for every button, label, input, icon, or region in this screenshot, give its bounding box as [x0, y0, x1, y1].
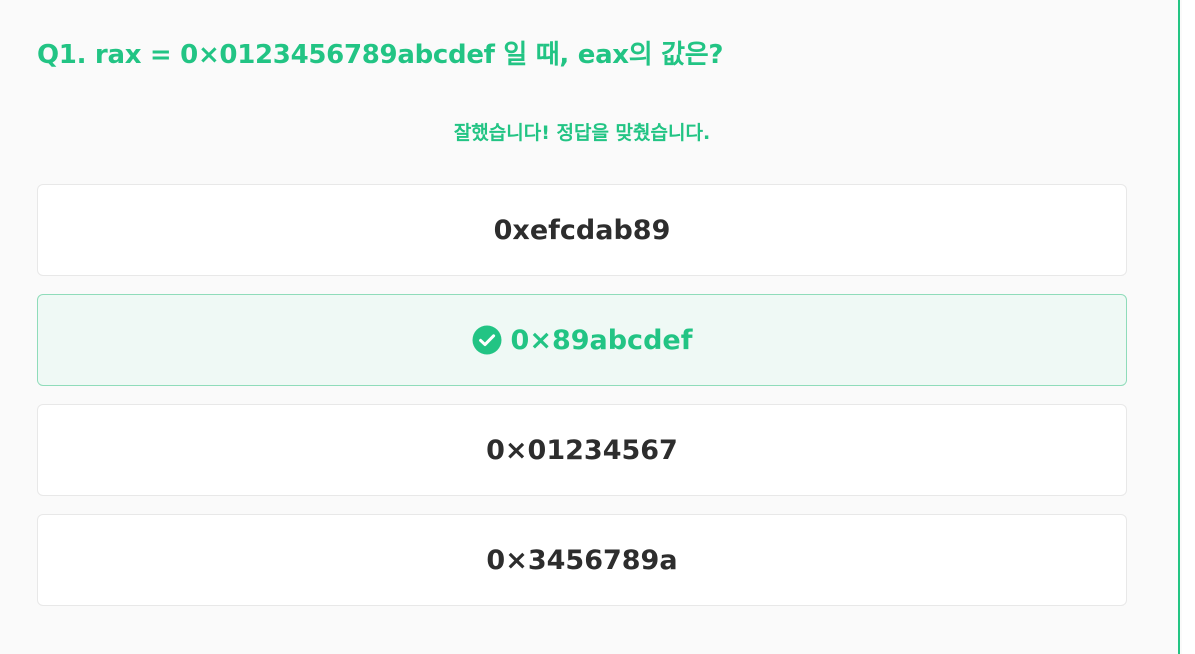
answer-option-label: 0×3456789a [486, 544, 678, 576]
feedback-message: 잘했습니다! 정답을 맞췄습니다. [453, 122, 711, 144]
answer-option-3[interactable]: 0×01234567 [37, 404, 1127, 496]
question-title: Q1. rax = 0×0123456789abcdef 일 때, eax의 값… [37, 40, 724, 70]
answer-option-label: 0×89abcdef [510, 324, 693, 356]
quiz-panel: Q1. rax = 0×0123456789abcdef 일 때, eax의 값… [0, 0, 1180, 654]
answer-option-label: 0×01234567 [486, 434, 678, 466]
answer-option-2-correct[interactable]: 0×89abcdef [37, 294, 1127, 386]
answer-options: 0xefcdab89 0×89abcdef 0×01234567 0×34567… [37, 184, 1127, 606]
check-circle-icon [472, 325, 502, 355]
answer-option-4[interactable]: 0×3456789a [37, 514, 1127, 606]
right-gutter [1182, 0, 1195, 654]
answer-option-label: 0xefcdab89 [493, 214, 671, 246]
answer-option-1[interactable]: 0xefcdab89 [37, 184, 1127, 276]
